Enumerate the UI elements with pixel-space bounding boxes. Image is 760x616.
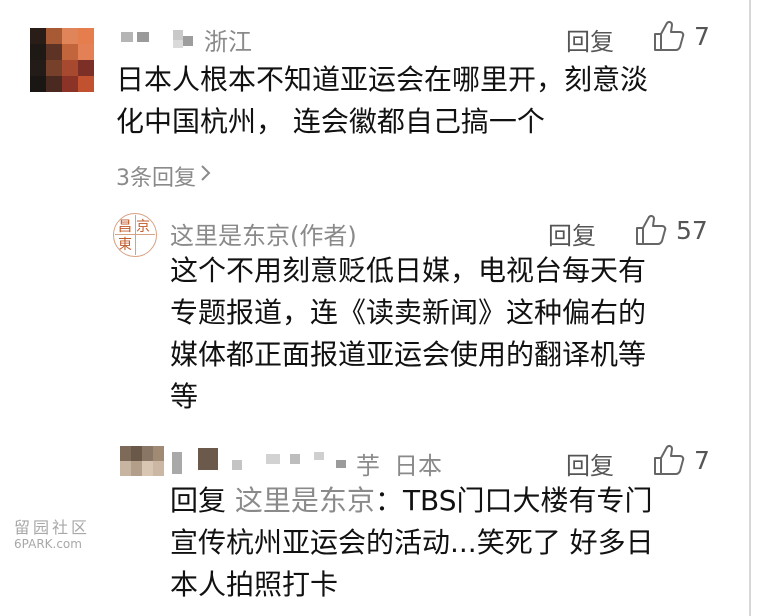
comment-text-line: 这个不用刻意贬低日媒，电视台每天有 xyxy=(170,254,647,287)
reply-button[interactable]: 回复 xyxy=(566,446,614,481)
comment-text-line: 宣传杭州亚运会的活动...笑死了 好多日 xyxy=(170,526,654,559)
like-count: 57 xyxy=(676,215,708,245)
right-edge-border xyxy=(749,0,751,616)
avatar[interactable] xyxy=(120,446,164,476)
avatar[interactable] xyxy=(30,28,94,92)
avatar-char: 東 xyxy=(118,237,132,253)
like-button[interactable]: 7 xyxy=(652,443,710,477)
comment-text-line: 日本人根本不知道亚运会在哪里开，刻意淡 xyxy=(116,63,649,96)
like-count: 7 xyxy=(694,21,710,51)
avatar-char: 京 xyxy=(136,219,150,235)
comment-text-line: 回复 这里是东京：TBS门口大楼有专门 xyxy=(170,480,740,522)
reply-button[interactable]: 回复 xyxy=(548,216,596,251)
comment-text: 回复 这里是东京：TBS门口大楼有专门 宣传杭州亚运会的活动...笑死了 好多日… xyxy=(170,480,740,606)
watermark-line: 留园社区 xyxy=(14,518,91,537)
like-count: 7 xyxy=(694,445,710,475)
user-name-blurred[interactable] xyxy=(115,24,205,50)
reply-button[interactable]: 回复 xyxy=(566,22,614,57)
comment-text-line: 本人拍照打卡 xyxy=(170,568,339,601)
replies-count-label: 3条回复 xyxy=(116,166,196,191)
site-watermark: 留园社区 6PARK.com xyxy=(14,520,90,552)
thumbs-up-icon xyxy=(634,213,668,247)
like-button[interactable]: 57 xyxy=(634,213,708,247)
comment-text-line: 化中国杭州， 连会徽都自己搞一个 xyxy=(116,105,545,138)
view-replies-link[interactable]: 3条回复 xyxy=(116,160,212,192)
comment-text-segment: ：TBS门口大楼有专门 xyxy=(374,484,653,517)
comment-text: 这个不用刻意贬低日媒，电视台每天有 专题报道，连《读卖新闻》这种偏右的 媒体都正… xyxy=(170,250,730,418)
comment-text-line: 等 xyxy=(170,380,199,413)
avatar[interactable]: 昌 京 東 xyxy=(113,213,157,257)
chevron-right-icon xyxy=(200,163,212,189)
user-name-suffix: 芋 xyxy=(356,452,380,480)
user-name-blurred[interactable] xyxy=(170,446,350,476)
watermark-line: 6PARK.com xyxy=(14,537,82,551)
like-button[interactable]: 7 xyxy=(652,19,710,53)
author-name[interactable]: 这里是东京(作者) xyxy=(170,216,357,251)
user-location: 日本 xyxy=(394,452,442,480)
comment-text-line: 媒体都正面报道亚运会使用的翻译机等 xyxy=(170,338,647,371)
avatar-char: 昌 xyxy=(118,219,132,235)
reply-prefix: 回复 xyxy=(170,484,227,517)
comment-text: 日本人根本不知道亚运会在哪里开，刻意淡 化中国杭州， 连会徽都自己搞一个 xyxy=(116,59,736,143)
comment-text-line: 专题报道，连《读卖新闻》这种偏右的 xyxy=(170,296,647,329)
reply-target-link[interactable]: 这里是东京 xyxy=(235,484,375,517)
thumbs-up-icon xyxy=(652,19,686,53)
thumbs-up-icon xyxy=(652,443,686,477)
user-location: 浙江 xyxy=(204,28,252,56)
